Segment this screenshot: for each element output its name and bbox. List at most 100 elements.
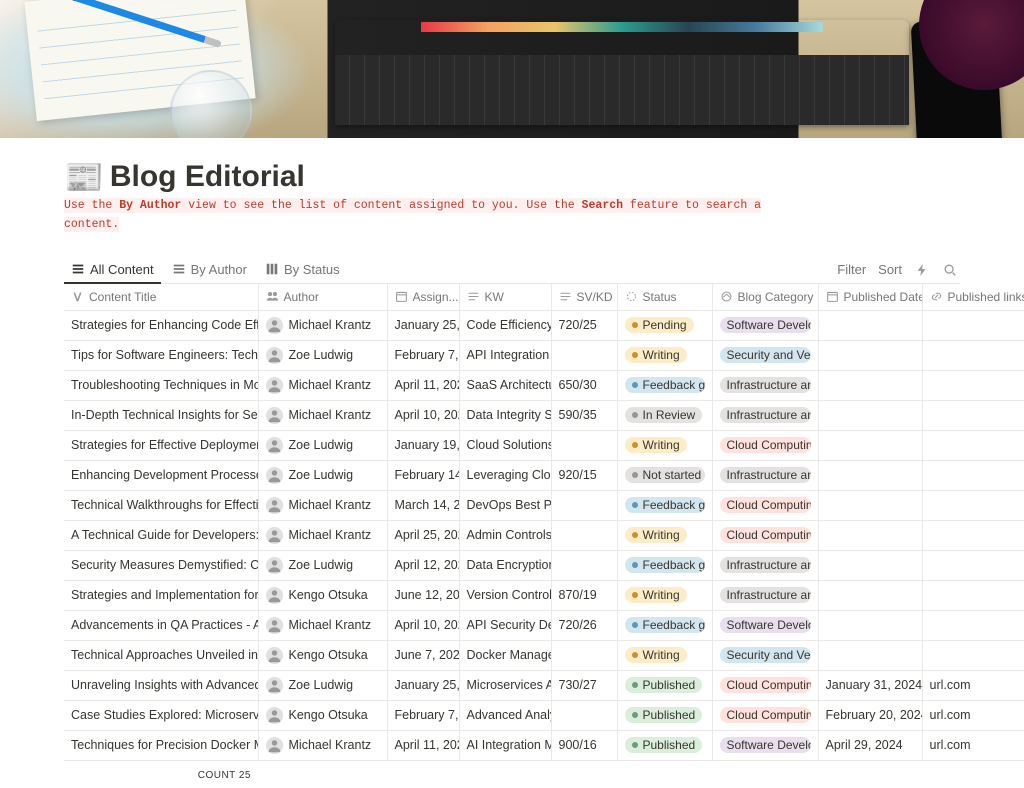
cell-status[interactable]: Published bbox=[617, 700, 712, 730]
cell-kw[interactable]: Microservices Arch bbox=[459, 670, 551, 700]
cell-status[interactable]: Feedback gi... bbox=[617, 550, 712, 580]
cell-assign[interactable]: April 11, 2024 bbox=[387, 730, 459, 760]
cell-links[interactable] bbox=[922, 490, 1024, 520]
cell-assign[interactable]: January 25, 2 bbox=[387, 310, 459, 340]
cell-author[interactable]: Zoe Ludwig bbox=[258, 550, 387, 580]
cell-category[interactable]: Infrastructure an... bbox=[712, 370, 818, 400]
cell-date[interactable] bbox=[818, 340, 922, 370]
cell-title[interactable]: Advancements in QA Practices - Autom bbox=[64, 610, 258, 640]
cell-status[interactable]: Feedback gi... bbox=[617, 370, 712, 400]
cell-links[interactable] bbox=[922, 460, 1024, 490]
cell-date[interactable] bbox=[818, 610, 922, 640]
cell-links[interactable] bbox=[922, 640, 1024, 670]
filter-button[interactable]: Filter bbox=[837, 262, 866, 277]
cell-svkd[interactable]: 730/27 bbox=[551, 670, 617, 700]
cell-kw[interactable]: API Security Deep D bbox=[459, 610, 551, 640]
col-status[interactable]: Status bbox=[617, 284, 712, 311]
cell-category[interactable]: Software Develo... bbox=[712, 610, 818, 640]
cell-assign[interactable]: June 7, 2024 bbox=[387, 640, 459, 670]
table-row[interactable]: Enhancing Development Processes - ClZoe … bbox=[64, 460, 1024, 490]
cell-category[interactable]: Cloud Computin... bbox=[712, 490, 818, 520]
cell-assign[interactable]: April 10, 2024 bbox=[387, 400, 459, 430]
cell-author[interactable]: Michael Krantz bbox=[258, 610, 387, 640]
sort-button[interactable]: Sort bbox=[878, 262, 902, 277]
cell-date[interactable] bbox=[818, 400, 922, 430]
cell-title[interactable]: Strategies for Effective Deployment: Cor bbox=[64, 430, 258, 460]
cell-kw[interactable]: DevOps Best Practi bbox=[459, 490, 551, 520]
cell-author[interactable]: Michael Krantz bbox=[258, 520, 387, 550]
cell-status[interactable]: Writing bbox=[617, 430, 712, 460]
col-title[interactable]: Content Title bbox=[64, 284, 258, 311]
cell-title[interactable]: Security Measures Demystified: Cryptog bbox=[64, 550, 258, 580]
table-row[interactable]: Case Studies Explored: Microservices AKe… bbox=[64, 700, 1024, 730]
cell-assign[interactable]: June 12, 202 bbox=[387, 580, 459, 610]
cell-kw[interactable]: Admin Controls Tec bbox=[459, 520, 551, 550]
cell-date[interactable]: February 20, 2024 bbox=[818, 700, 922, 730]
tab-by-status[interactable]: By Status bbox=[258, 257, 347, 284]
cell-date[interactable]: January 31, 2024 bbox=[818, 670, 922, 700]
cell-assign[interactable]: April 11, 2024 bbox=[387, 370, 459, 400]
cell-title[interactable]: Strategies and Implementation for Zero bbox=[64, 580, 258, 610]
cell-assign[interactable]: February 7, 2 bbox=[387, 340, 459, 370]
cell-kw[interactable]: Cloud Solutions Sc bbox=[459, 430, 551, 460]
cell-author[interactable]: Michael Krantz bbox=[258, 730, 387, 760]
col-links[interactable]: Published links bbox=[922, 284, 1024, 311]
cell-date[interactable] bbox=[818, 640, 922, 670]
page-icon[interactable]: 📰 bbox=[64, 158, 104, 196]
cell-author[interactable]: Zoe Ludwig bbox=[258, 460, 387, 490]
cell-kw[interactable]: AI Integration Maste bbox=[459, 730, 551, 760]
cell-author[interactable]: Michael Krantz bbox=[258, 370, 387, 400]
cell-kw[interactable]: Data Encryption Str bbox=[459, 550, 551, 580]
table-row[interactable]: Tips for Software Engineers: Technical V… bbox=[64, 340, 1024, 370]
col-assign[interactable]: Assign... bbox=[387, 284, 459, 311]
cell-status[interactable]: Not started ... bbox=[617, 460, 712, 490]
cell-title[interactable]: Strategies for Enhancing Code Efficienc bbox=[64, 310, 258, 340]
cell-status[interactable]: Feedback gi... bbox=[617, 610, 712, 640]
cell-date[interactable] bbox=[818, 580, 922, 610]
cell-links[interactable]: url.com bbox=[922, 670, 1024, 700]
cell-status[interactable]: Writing bbox=[617, 580, 712, 610]
tab-all-content[interactable]: All Content bbox=[64, 257, 161, 284]
cell-category[interactable]: Cloud Computin... bbox=[712, 670, 818, 700]
cell-links[interactable]: url.com bbox=[922, 730, 1024, 760]
cell-links[interactable] bbox=[922, 430, 1024, 460]
lightning-icon[interactable] bbox=[914, 262, 930, 278]
cell-date[interactable] bbox=[818, 370, 922, 400]
cell-category[interactable]: Infrastructure an... bbox=[712, 580, 818, 610]
cell-author[interactable]: Michael Krantz bbox=[258, 310, 387, 340]
cell-kw[interactable]: Data Integrity Secu bbox=[459, 400, 551, 430]
cell-title[interactable]: Troubleshooting Techniques in Monitori bbox=[64, 370, 258, 400]
page-title[interactable]: Blog Editorial bbox=[110, 160, 305, 194]
cell-author[interactable]: Michael Krantz bbox=[258, 490, 387, 520]
cell-svkd[interactable] bbox=[551, 550, 617, 580]
cell-category[interactable]: Software Develo... bbox=[712, 310, 818, 340]
table-row[interactable]: Unraveling Insights with Advanced AnalZo… bbox=[64, 670, 1024, 700]
cell-svkd[interactable]: 720/26 bbox=[551, 610, 617, 640]
cell-date[interactable] bbox=[818, 310, 922, 340]
cell-kw[interactable]: Code Efficiency Sa bbox=[459, 310, 551, 340]
table-row[interactable]: Technical Approaches Unveiled in AI IntK… bbox=[64, 640, 1024, 670]
table-row[interactable]: Advancements in QA Practices - AutomMich… bbox=[64, 610, 1024, 640]
col-svkd[interactable]: SV/KD bbox=[551, 284, 617, 311]
cell-links[interactable] bbox=[922, 610, 1024, 640]
cell-title[interactable]: Tips for Software Engineers: Technical V bbox=[64, 340, 258, 370]
cell-kw[interactable]: Advanced Analytics bbox=[459, 700, 551, 730]
cell-links[interactable] bbox=[922, 580, 1024, 610]
cell-title[interactable]: Case Studies Explored: Microservices A bbox=[64, 700, 258, 730]
cell-title[interactable]: A Technical Guide for Developers: Micro bbox=[64, 520, 258, 550]
cell-date[interactable]: April 29, 2024 bbox=[818, 730, 922, 760]
cell-author[interactable]: Kengo Otsuka bbox=[258, 700, 387, 730]
cell-date[interactable] bbox=[818, 460, 922, 490]
cell-assign[interactable]: January 25, 2 bbox=[387, 670, 459, 700]
cell-assign[interactable]: March 14, 20 bbox=[387, 490, 459, 520]
cell-assign[interactable]: January 19, 2 bbox=[387, 430, 459, 460]
table-row[interactable]: Strategies for Effective Deployment: Cor… bbox=[64, 430, 1024, 460]
cell-category[interactable]: Security and Ver... bbox=[712, 340, 818, 370]
cell-date[interactable] bbox=[818, 490, 922, 520]
cell-status[interactable]: Published bbox=[617, 730, 712, 760]
cell-date[interactable] bbox=[818, 550, 922, 580]
table-row[interactable]: Strategies for Enhancing Code EfficiencM… bbox=[64, 310, 1024, 340]
cell-date[interactable] bbox=[818, 430, 922, 460]
cell-svkd[interactable] bbox=[551, 640, 617, 670]
cell-status[interactable]: Pending bbox=[617, 310, 712, 340]
